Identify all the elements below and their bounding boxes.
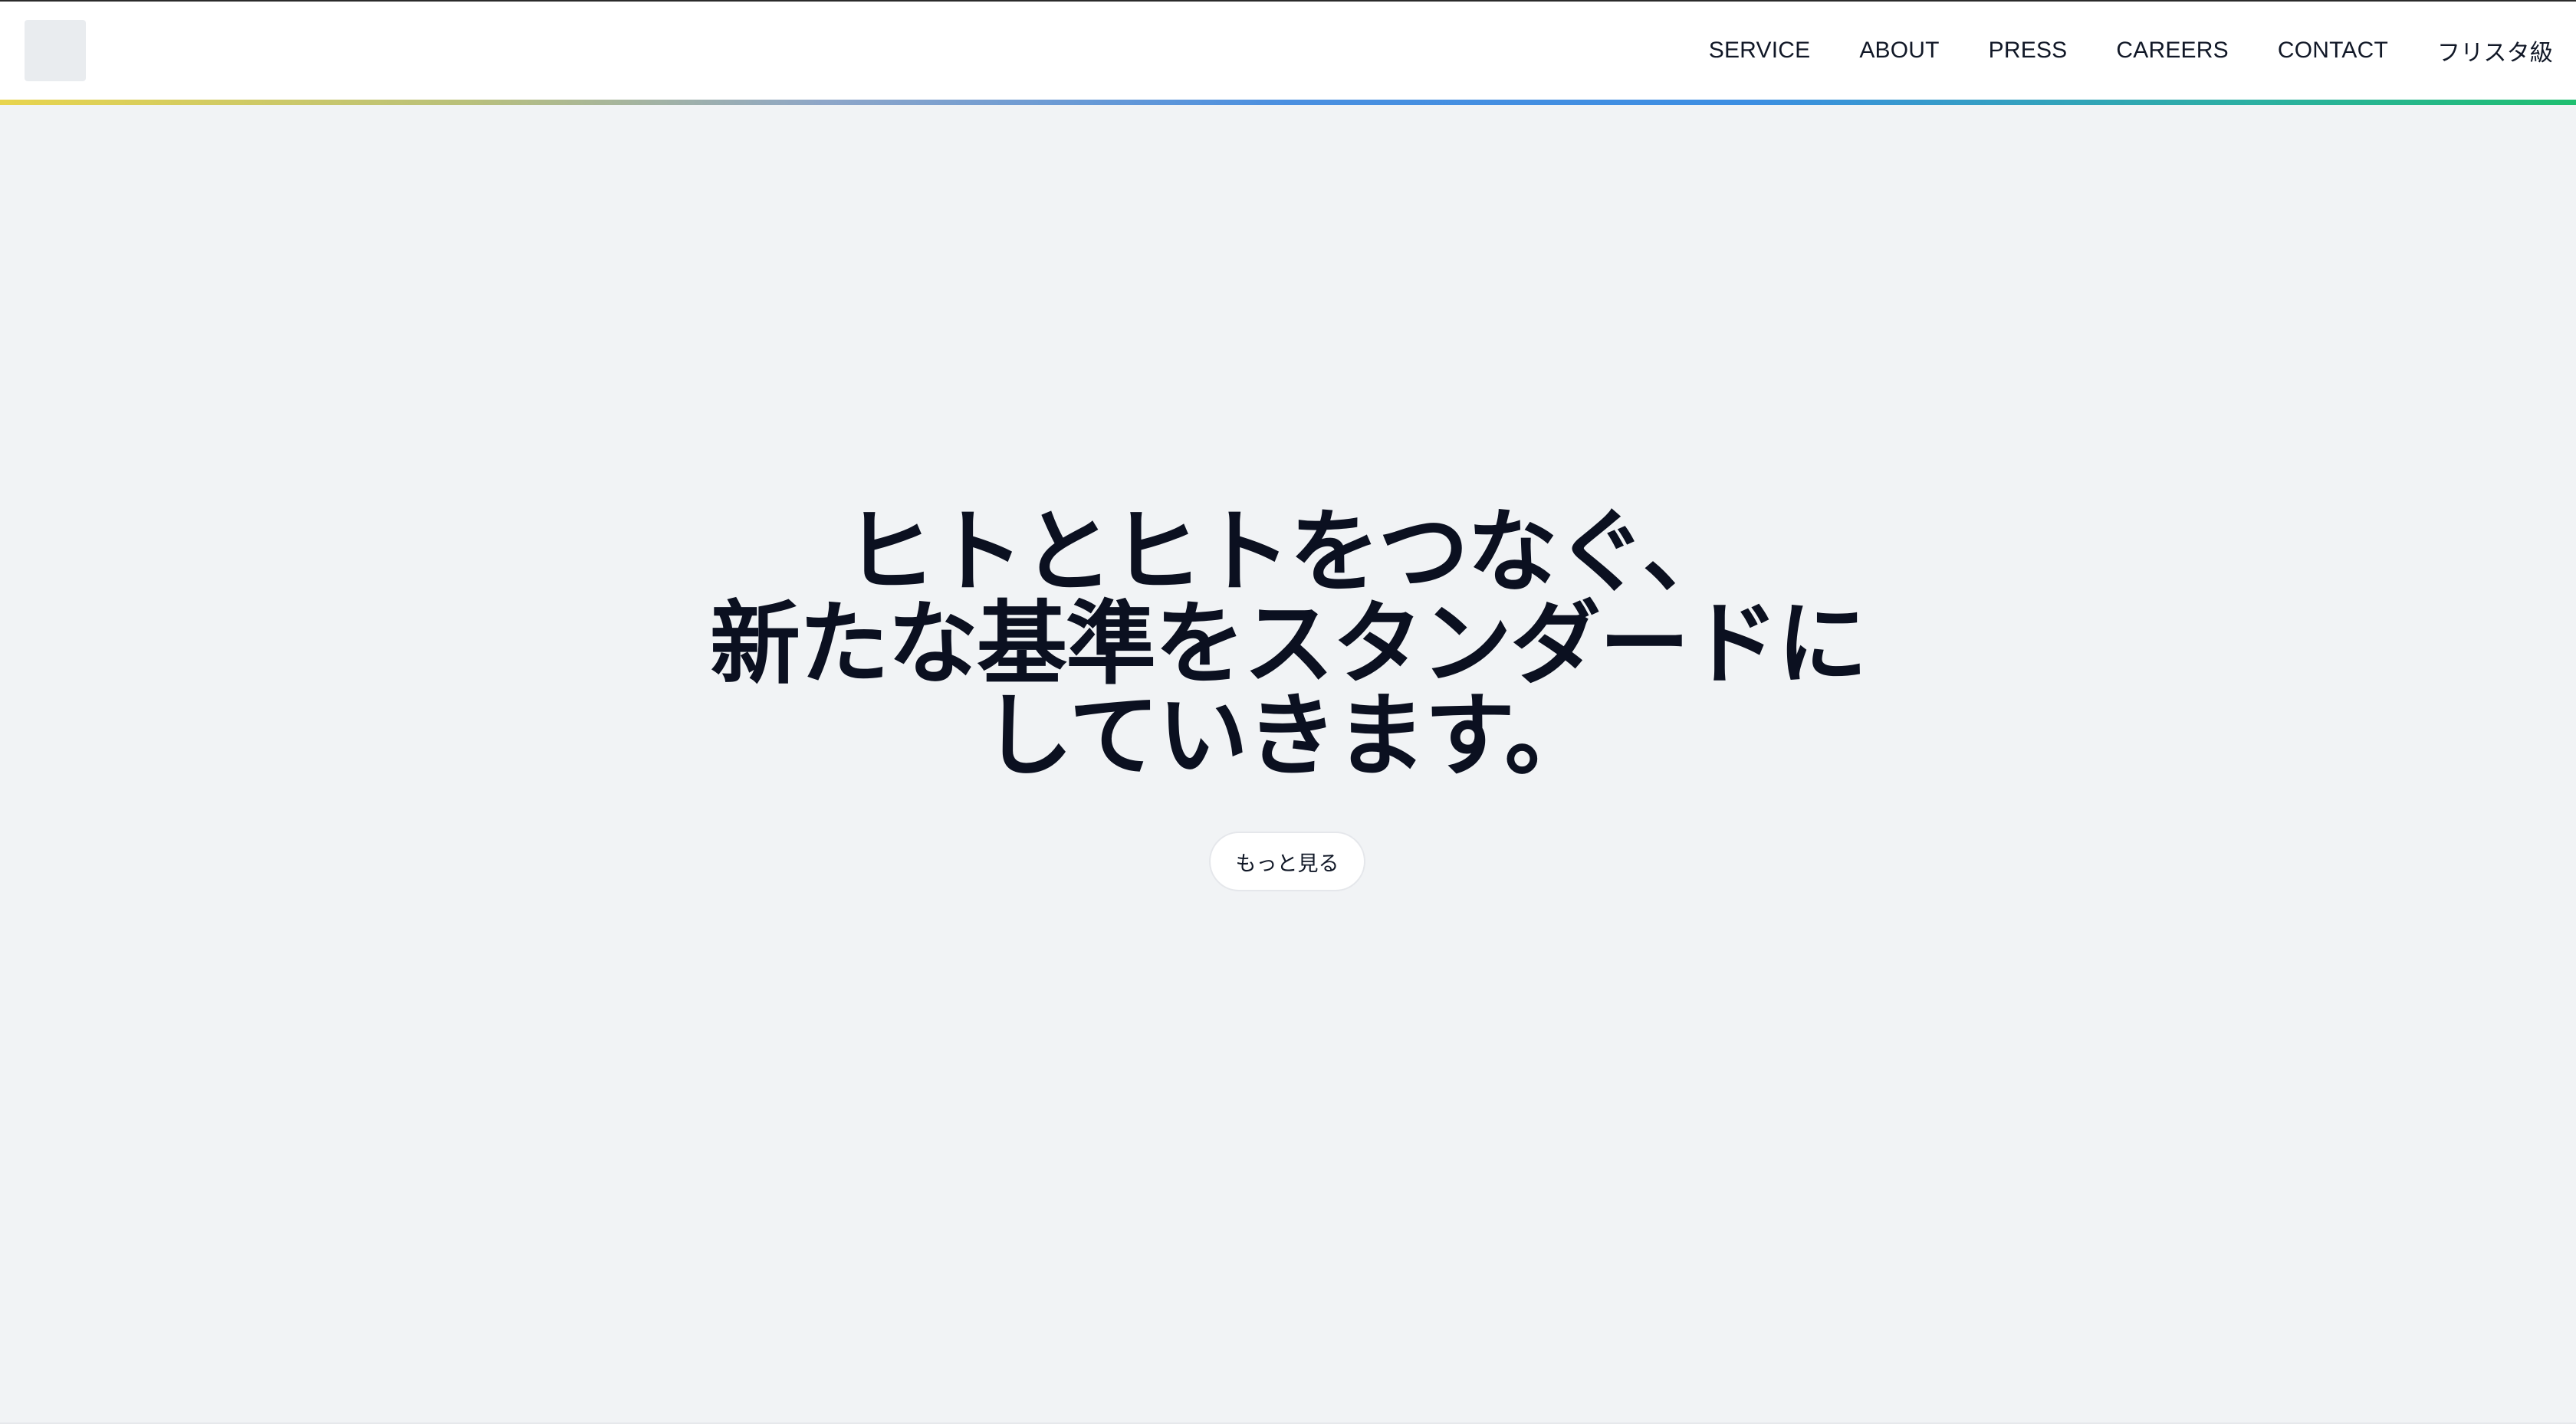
nav-item-furisuta[interactable]: フリスタ級: [2437, 34, 2553, 67]
nav-item-about[interactable]: ABOUT: [1859, 38, 1939, 64]
site-header: SERVICE ABOUT PRESS CAREERS CONTACT フリスタ…: [0, 2, 2576, 100]
nav-item-careers[interactable]: CAREERS: [2116, 38, 2228, 64]
hero-title: ヒトとヒトをつなぐ、 新たな基準をスタンダードに していきます。: [521, 506, 2055, 782]
more-button[interactable]: もっと見る: [1209, 832, 1365, 891]
nav-item-service[interactable]: SERVICE: [1709, 38, 1811, 64]
logo-placeholder[interactable]: [25, 20, 86, 81]
nav-item-press[interactable]: PRESS: [1989, 38, 2068, 64]
hero-title-line-3: していきます。: [982, 683, 1595, 789]
hero-title-line-1: ヒトとヒトをつなぐ、: [844, 499, 1733, 605]
hero-title-line-2: 新たな基準をスタンダードに: [709, 591, 1868, 697]
header-gradient-divider: [0, 100, 2576, 105]
nav-item-contact[interactable]: CONTACT: [2278, 38, 2388, 64]
main-nav: SERVICE ABOUT PRESS CAREERS CONTACT フリスタ…: [1709, 2, 2553, 100]
